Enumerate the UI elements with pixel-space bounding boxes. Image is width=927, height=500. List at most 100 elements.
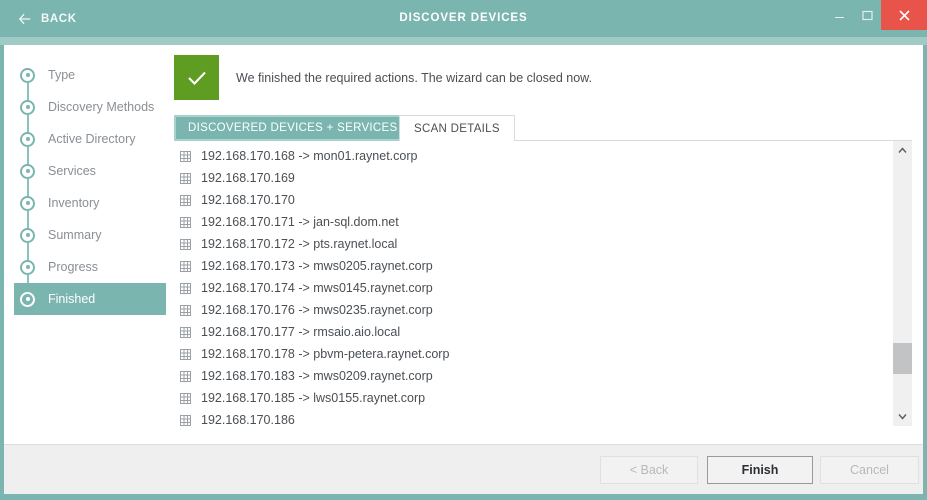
- sidebar-item-services[interactable]: Services: [14, 155, 167, 187]
- minimize-button[interactable]: [825, 0, 853, 30]
- list-item[interactable]: 192.168.170.168 -> mon01.raynet.corp: [174, 145, 876, 167]
- close-icon: [898, 9, 910, 21]
- maximize-icon: [861, 10, 873, 20]
- grid-icon: [180, 172, 191, 184]
- step-marker-icon: [20, 99, 35, 115]
- list-item-label: 192.168.170.169: [201, 171, 295, 185]
- back-button[interactable]: BACK: [12, 0, 83, 37]
- list-item-label: 192.168.170.170: [201, 193, 295, 207]
- step-marker-icon: [20, 131, 35, 147]
- sidebar-item-active-directory[interactable]: Active Directory: [14, 123, 167, 155]
- grid-icon: [180, 260, 191, 272]
- sidebar-item-label: Active Directory: [48, 132, 136, 146]
- dialog-footer: < Back Finish Cancel: [4, 444, 923, 494]
- tab-label: SCAN DETAILS: [414, 122, 500, 135]
- scroll-up-button[interactable]: [893, 141, 912, 160]
- check-icon: [187, 71, 206, 85]
- list-item[interactable]: 192.168.170.176 -> mws0235.raynet.corp: [174, 299, 876, 321]
- list-item-label: 192.168.170.176 -> mws0235.raynet.corp: [201, 303, 433, 317]
- wizard-steps: Type Discovery Methods Active Directory …: [4, 59, 167, 315]
- step-marker-icon: [20, 163, 35, 179]
- list-item-label: 192.168.170.173 -> mws0205.raynet.corp: [201, 259, 433, 273]
- list-item[interactable]: 192.168.170.170: [174, 189, 876, 211]
- sidebar-item-label: Inventory: [48, 196, 100, 210]
- finish-button[interactable]: Finish: [707, 456, 813, 484]
- sidebar-item-label: Progress: [48, 260, 99, 274]
- tab-label: DISCOVERED DEVICES + SERVICES: [188, 122, 398, 134]
- grid-icon: [180, 392, 191, 404]
- grid-icon: [180, 304, 191, 316]
- list-item[interactable]: 192.168.170.171 -> jan-sql.dom.net: [174, 211, 876, 233]
- step-marker-icon: [20, 291, 35, 307]
- list-item[interactable]: 192.168.170.173 -> mws0205.raynet.corp: [174, 255, 876, 277]
- grid-icon: [180, 348, 191, 360]
- back-button-label: BACK: [41, 12, 77, 25]
- scrollbar-thumb[interactable]: [893, 343, 912, 374]
- step-marker-icon: [20, 259, 35, 275]
- discover-devices-window: BACK DISCOVER DEVICES Type Discovery Met…: [0, 0, 927, 500]
- success-icon-box: [174, 55, 219, 100]
- title-bar-accent-strip: [0, 37, 927, 45]
- sidebar-item-discovery-methods[interactable]: Discovery Methods: [14, 91, 167, 123]
- list-item-label: 192.168.170.178 -> pbvm-petera.raynet.co…: [201, 347, 450, 361]
- list-item[interactable]: 192.168.170.186: [174, 409, 876, 426]
- tab-strip: DISCOVERED DEVICES + SERVICES 119 SCAN D…: [174, 115, 912, 141]
- sidebar-item-finished[interactable]: Finished: [14, 283, 166, 315]
- sidebar-item-inventory[interactable]: Inventory: [14, 187, 167, 219]
- grid-icon: [180, 216, 191, 228]
- sidebar-item-progress[interactable]: Progress: [14, 251, 167, 283]
- success-message: We finished the required actions. The wi…: [236, 70, 592, 85]
- step-marker-icon: [20, 227, 35, 243]
- wizard-content: We finished the required actions. The wi…: [167, 45, 923, 444]
- list-item-label: 192.168.170.185 -> lws0155.raynet.corp: [201, 391, 426, 405]
- minimize-icon: [834, 16, 844, 18]
- window-title: DISCOVER DEVICES: [399, 12, 528, 24]
- success-banner: We finished the required actions. The wi…: [174, 55, 592, 100]
- step-marker-icon: [20, 67, 35, 83]
- sidebar-item-label: Finished: [48, 292, 96, 306]
- list-item[interactable]: 192.168.170.183 -> mws0209.raynet.corp: [174, 365, 876, 387]
- list-item-label: 192.168.170.183 -> mws0209.raynet.corp: [201, 369, 433, 383]
- sidebar-item-label: Type: [48, 68, 76, 82]
- device-list-scrollbar[interactable]: [893, 141, 912, 426]
- list-item[interactable]: 192.168.170.172 -> pts.raynet.local: [174, 233, 876, 255]
- grid-icon: [180, 150, 191, 162]
- wizard-sidebar: Type Discovery Methods Active Directory …: [4, 45, 167, 444]
- sidebar-item-label: Discovery Methods: [48, 100, 155, 114]
- step-marker-icon: [20, 195, 35, 211]
- window-body: Type Discovery Methods Active Directory …: [0, 45, 927, 500]
- list-item-label: 192.168.170.171 -> jan-sql.dom.net: [201, 215, 399, 229]
- grid-icon: [180, 282, 191, 294]
- grid-icon: [180, 238, 191, 250]
- back-wizard-button[interactable]: < Back: [600, 456, 698, 484]
- list-item[interactable]: 192.168.170.185 -> lws0155.raynet.corp: [174, 387, 876, 409]
- chevron-up-icon: [898, 147, 907, 153]
- list-item[interactable]: 192.168.170.177 -> rmsaio.aio.local: [174, 321, 876, 343]
- list-item-label: 192.168.170.177 -> rmsaio.aio.local: [201, 325, 401, 339]
- close-button[interactable]: [881, 0, 927, 30]
- cancel-button[interactable]: Cancel: [820, 456, 919, 484]
- sidebar-item-label: Summary: [48, 228, 102, 242]
- grid-icon: [180, 326, 191, 338]
- device-list: 192.168.170.168 -> mon01.raynet.corp 192…: [174, 141, 876, 426]
- grid-icon: [180, 194, 191, 206]
- list-item[interactable]: 192.168.170.169: [174, 167, 876, 189]
- window-controls: [825, 0, 927, 37]
- list-item-label: 192.168.170.186: [201, 413, 295, 426]
- device-list-area: 192.168.170.168 -> mon01.raynet.corp 192…: [174, 141, 912, 426]
- list-item[interactable]: 192.168.170.178 -> pbvm-petera.raynet.co…: [174, 343, 876, 365]
- sidebar-item-summary[interactable]: Summary: [14, 219, 167, 251]
- scroll-down-button[interactable]: [893, 407, 912, 426]
- sidebar-item-label: Services: [48, 164, 96, 178]
- maximize-button[interactable]: [853, 0, 881, 30]
- grid-icon: [180, 370, 191, 382]
- sidebar-item-type[interactable]: Type: [14, 59, 167, 91]
- tab-scan-details[interactable]: SCAN DETAILS: [399, 115, 515, 141]
- grid-icon: [180, 414, 191, 426]
- title-bar: BACK DISCOVER DEVICES: [0, 0, 927, 37]
- chevron-down-icon: [898, 414, 907, 420]
- arrow-left-icon: [18, 13, 31, 24]
- list-item-label: 192.168.170.168 -> mon01.raynet.corp: [201, 149, 418, 163]
- list-item-label: 192.168.170.172 -> pts.raynet.local: [201, 237, 398, 251]
- list-item[interactable]: 192.168.170.174 -> mws0145.raynet.corp: [174, 277, 876, 299]
